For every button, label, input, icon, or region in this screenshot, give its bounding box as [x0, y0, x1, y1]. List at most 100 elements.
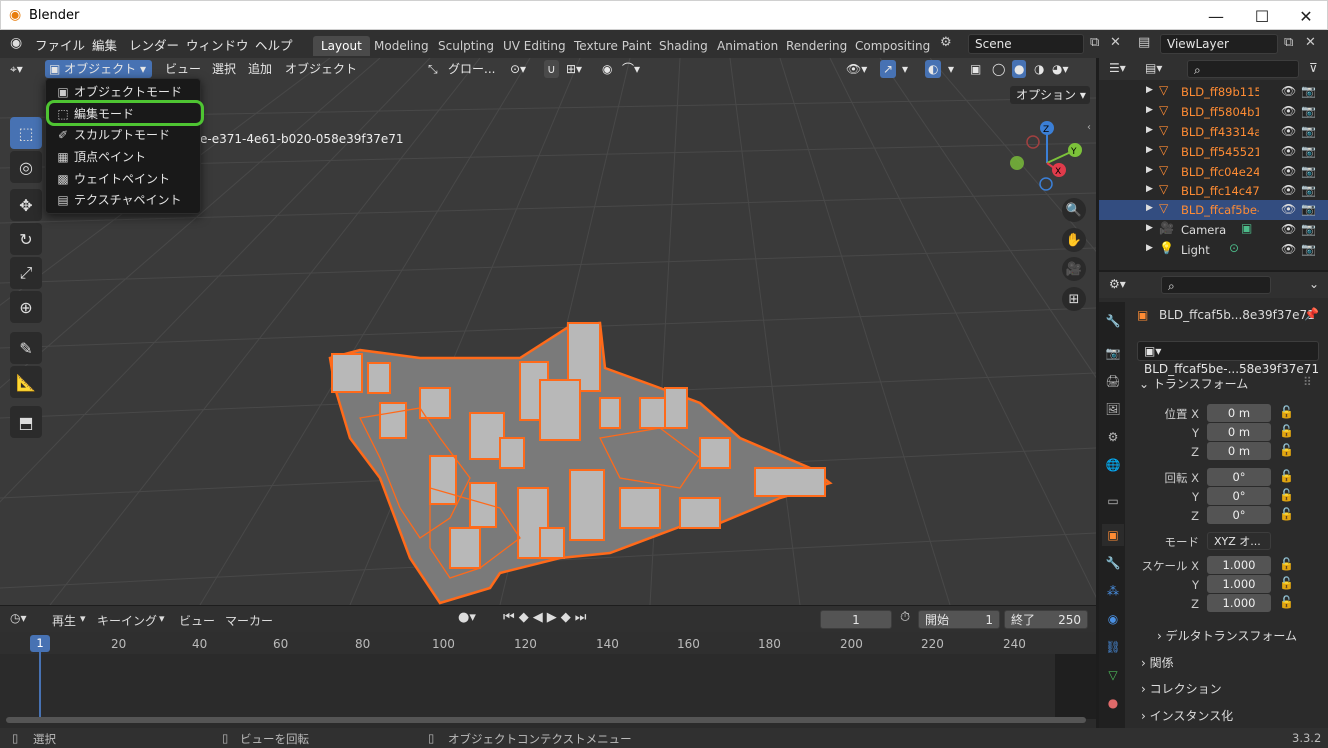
viewlayer-field[interactable]: ViewLayer — [1160, 34, 1278, 54]
camera-render-icon[interactable]: 📷 — [1301, 104, 1316, 118]
location-z-field[interactable]: 0 m — [1207, 442, 1271, 460]
transform-panel-header[interactable]: ⌄ トランスフォーム — [1139, 375, 1248, 392]
lock-icon[interactable]: 🔓 — [1279, 405, 1294, 419]
expand-arrow-icon[interactable]: ▶ — [1146, 243, 1153, 253]
lock-icon[interactable]: 🔓 — [1279, 595, 1294, 609]
object-tab-icon[interactable]: ▣ — [1102, 524, 1124, 546]
constraints-tab-icon[interactable]: ⛓ — [1102, 636, 1124, 658]
properties-editor-icon[interactable]: ⚙▾ — [1109, 277, 1126, 291]
rotate-tool[interactable]: ↻ — [10, 223, 42, 255]
outliner-row[interactable]: ▶ ▽ BLD_ff89b115- 👁 📷 — [1099, 82, 1328, 102]
snap-icon[interactable]: ∪ — [544, 60, 559, 78]
pan-hand-icon[interactable]: ✋ — [1062, 228, 1086, 252]
outliner-row[interactable]: ▶ ▽ BLD_ff545521- 👁 📷 — [1099, 142, 1328, 162]
scale-z-field[interactable]: 1.000 — [1207, 594, 1271, 612]
rotation-y-field[interactable]: 0° — [1207, 487, 1271, 505]
select-box-tool[interactable]: ⬚ — [10, 117, 42, 149]
outliner-row[interactable]: ▶ 💡 Light ⊙ 👁 📷 — [1099, 240, 1328, 260]
location-y-field[interactable]: 0 m — [1207, 423, 1271, 441]
expand-arrow-icon[interactable]: ▶ — [1146, 184, 1153, 194]
menu-view[interactable]: ビュー — [165, 60, 201, 78]
view-layer-mode-icon[interactable]: ▤▾ — [1145, 61, 1162, 75]
camera-render-icon[interactable]: 📷 — [1301, 222, 1316, 236]
menu-view[interactable]: ビュー — [179, 612, 215, 629]
menu-item-object-mode[interactable]: ▣ オブジェクトモード — [52, 81, 196, 102]
camera-render-icon[interactable]: 📷 — [1301, 124, 1316, 138]
outliner-row[interactable]: ▶ ▽ BLD_ffc04e24- 👁 📷 — [1099, 162, 1328, 182]
expand-arrow-icon[interactable]: ▶ — [1146, 223, 1153, 233]
new-viewlayer-icon[interactable]: ⧉ — [1284, 35, 1293, 50]
location-x-field[interactable]: 0 m — [1207, 404, 1271, 422]
menu-marker[interactable]: マーカー — [225, 612, 273, 629]
cursor-tool[interactable]: ◎ — [10, 151, 42, 183]
material-tab-icon[interactable]: ● — [1102, 692, 1124, 714]
city-model[interactable] — [328, 321, 833, 605]
overlay-icon[interactable]: ◐ — [925, 60, 942, 78]
expand-arrow-icon[interactable]: ▶ — [1146, 165, 1153, 175]
relations-header[interactable]: › 関係 — [1141, 654, 1321, 671]
eye-icon[interactable]: 👁 — [1281, 183, 1296, 197]
scale-tool[interactable]: ⤢ — [10, 257, 42, 289]
scale-x-field[interactable]: 1.000 — [1207, 556, 1271, 574]
stopwatch-icon[interactable]: ⏱ — [900, 610, 910, 625]
render-tab-icon[interactable]: 📷 — [1102, 342, 1124, 364]
menu-keying[interactable]: キーイング — [97, 612, 157, 629]
rotation-x-field[interactable]: 0° — [1207, 468, 1271, 486]
eye-icon[interactable]: 👁 — [1281, 202, 1296, 216]
blender-menu-icon[interactable]: ◉ — [10, 35, 22, 51]
modifier-tab-icon[interactable]: 🔧 — [1102, 552, 1124, 574]
physics-tab-icon[interactable]: ◉ — [1102, 608, 1124, 630]
pin-icon[interactable]: 📌 — [1304, 307, 1319, 321]
new-scene-icon[interactable]: ⧉ — [1090, 35, 1099, 50]
camera-render-icon[interactable]: 📷 — [1301, 164, 1316, 178]
menu-playback[interactable]: 再生 — [52, 612, 76, 629]
chevron-down-icon[interactable]: ⌄ — [1309, 277, 1319, 291]
solid-shading-icon[interactable]: ● — [1012, 60, 1027, 78]
view-layer-tab-icon[interactable]: 🖼 — [1102, 398, 1124, 420]
menu-item-weight-paint[interactable]: ▩ ウェイトペイント — [52, 168, 196, 189]
tab-texture-paint[interactable]: Texture Paint — [566, 36, 659, 56]
falloff-icon[interactable]: ⌒▾ — [622, 60, 640, 78]
camera-render-icon[interactable]: 📷 — [1301, 183, 1316, 197]
mode-selector[interactable]: ▣ オブジェクト ▾ — [45, 60, 152, 78]
outliner-row[interactable]: ▶ ▽ BLD_ff43314a- 👁 📷 — [1099, 122, 1328, 142]
overlay-dropdown-icon[interactable]: ▾ — [948, 60, 954, 78]
timeline-editor[interactable]: ◷▾ 再生 ▾ キーイング ▾ ビュー マーカー ●▾ ⏮◆◀▶◆⏭ 1 ⏱ 開… — [0, 606, 1096, 728]
particles-tab-icon[interactable]: ⁂ — [1102, 580, 1124, 602]
scale-y-field[interactable]: 1.000 — [1207, 575, 1271, 593]
light-data-icon[interactable]: ⊙ — [1229, 241, 1239, 255]
transform-tool[interactable]: ⊕ — [10, 291, 42, 323]
lock-icon[interactable]: 🔓 — [1279, 443, 1294, 457]
camera-view-icon[interactable]: 🎥 — [1062, 257, 1086, 281]
tab-sculpting[interactable]: Sculpting — [430, 36, 502, 56]
tab-rendering[interactable]: Rendering — [778, 36, 855, 56]
expand-arrow-icon[interactable]: ▶ — [1146, 145, 1153, 155]
outliner-row[interactable]: ▶ ▽ BLD_ff5804b1- 👁 📷 — [1099, 102, 1328, 122]
add-cube-tool[interactable]: ⬒ — [10, 406, 42, 438]
close-button[interactable]: ✕ — [1283, 1, 1328, 31]
proportional-edit-icon[interactable]: ◉ — [602, 60, 612, 78]
tab-compositing[interactable]: Compositing — [847, 36, 938, 56]
menu-render[interactable]: レンダー — [129, 35, 179, 54]
camera-render-icon[interactable]: 📷 — [1301, 84, 1316, 98]
expand-arrow-icon[interactable]: ▶ — [1146, 105, 1153, 115]
lock-icon[interactable]: 🔓 — [1279, 469, 1294, 483]
material-shading-icon[interactable]: ◑ — [1034, 60, 1044, 78]
current-frame-field[interactable]: 1 — [820, 610, 892, 629]
scene-icon[interactable]: ⚙ — [940, 35, 952, 50]
outliner-row[interactable]: ▶ 🎥 Camera ▣ 👁 📷 — [1099, 220, 1328, 240]
scene-tab-icon[interactable]: ⚙ — [1102, 426, 1124, 448]
timeline-editor-icon[interactable]: ◷▾ — [10, 611, 27, 625]
viewlayer-icon[interactable]: ▤ — [1138, 35, 1150, 50]
collections-header[interactable]: › コレクション — [1141, 680, 1321, 697]
properties-search-input[interactable]: ⌕ — [1161, 276, 1271, 294]
camera-render-icon[interactable]: 📷 — [1301, 242, 1316, 256]
sidebar-toggle-icon[interactable]: ‹ — [1087, 122, 1091, 133]
delta-transform-header[interactable]: › デルタトランスフォーム — [1157, 627, 1297, 644]
zoom-icon[interactable]: 🔍 — [1062, 198, 1086, 222]
eye-icon[interactable]: 👁 — [1281, 84, 1296, 98]
eye-icon[interactable]: 👁 — [1281, 222, 1296, 236]
gizmo-icon[interactable]: ↗ — [880, 60, 897, 78]
expand-arrow-icon[interactable]: ▶ — [1146, 203, 1153, 213]
properties-editor[interactable]: ⚙▾ ⌕ ⌄ 🔧 📷 🖨 🖼 ⚙ 🌐 ▭ ▣ 🔧 ⁂ ◉ ⛓ ▽ ● ▣ BLD… — [1099, 272, 1328, 728]
